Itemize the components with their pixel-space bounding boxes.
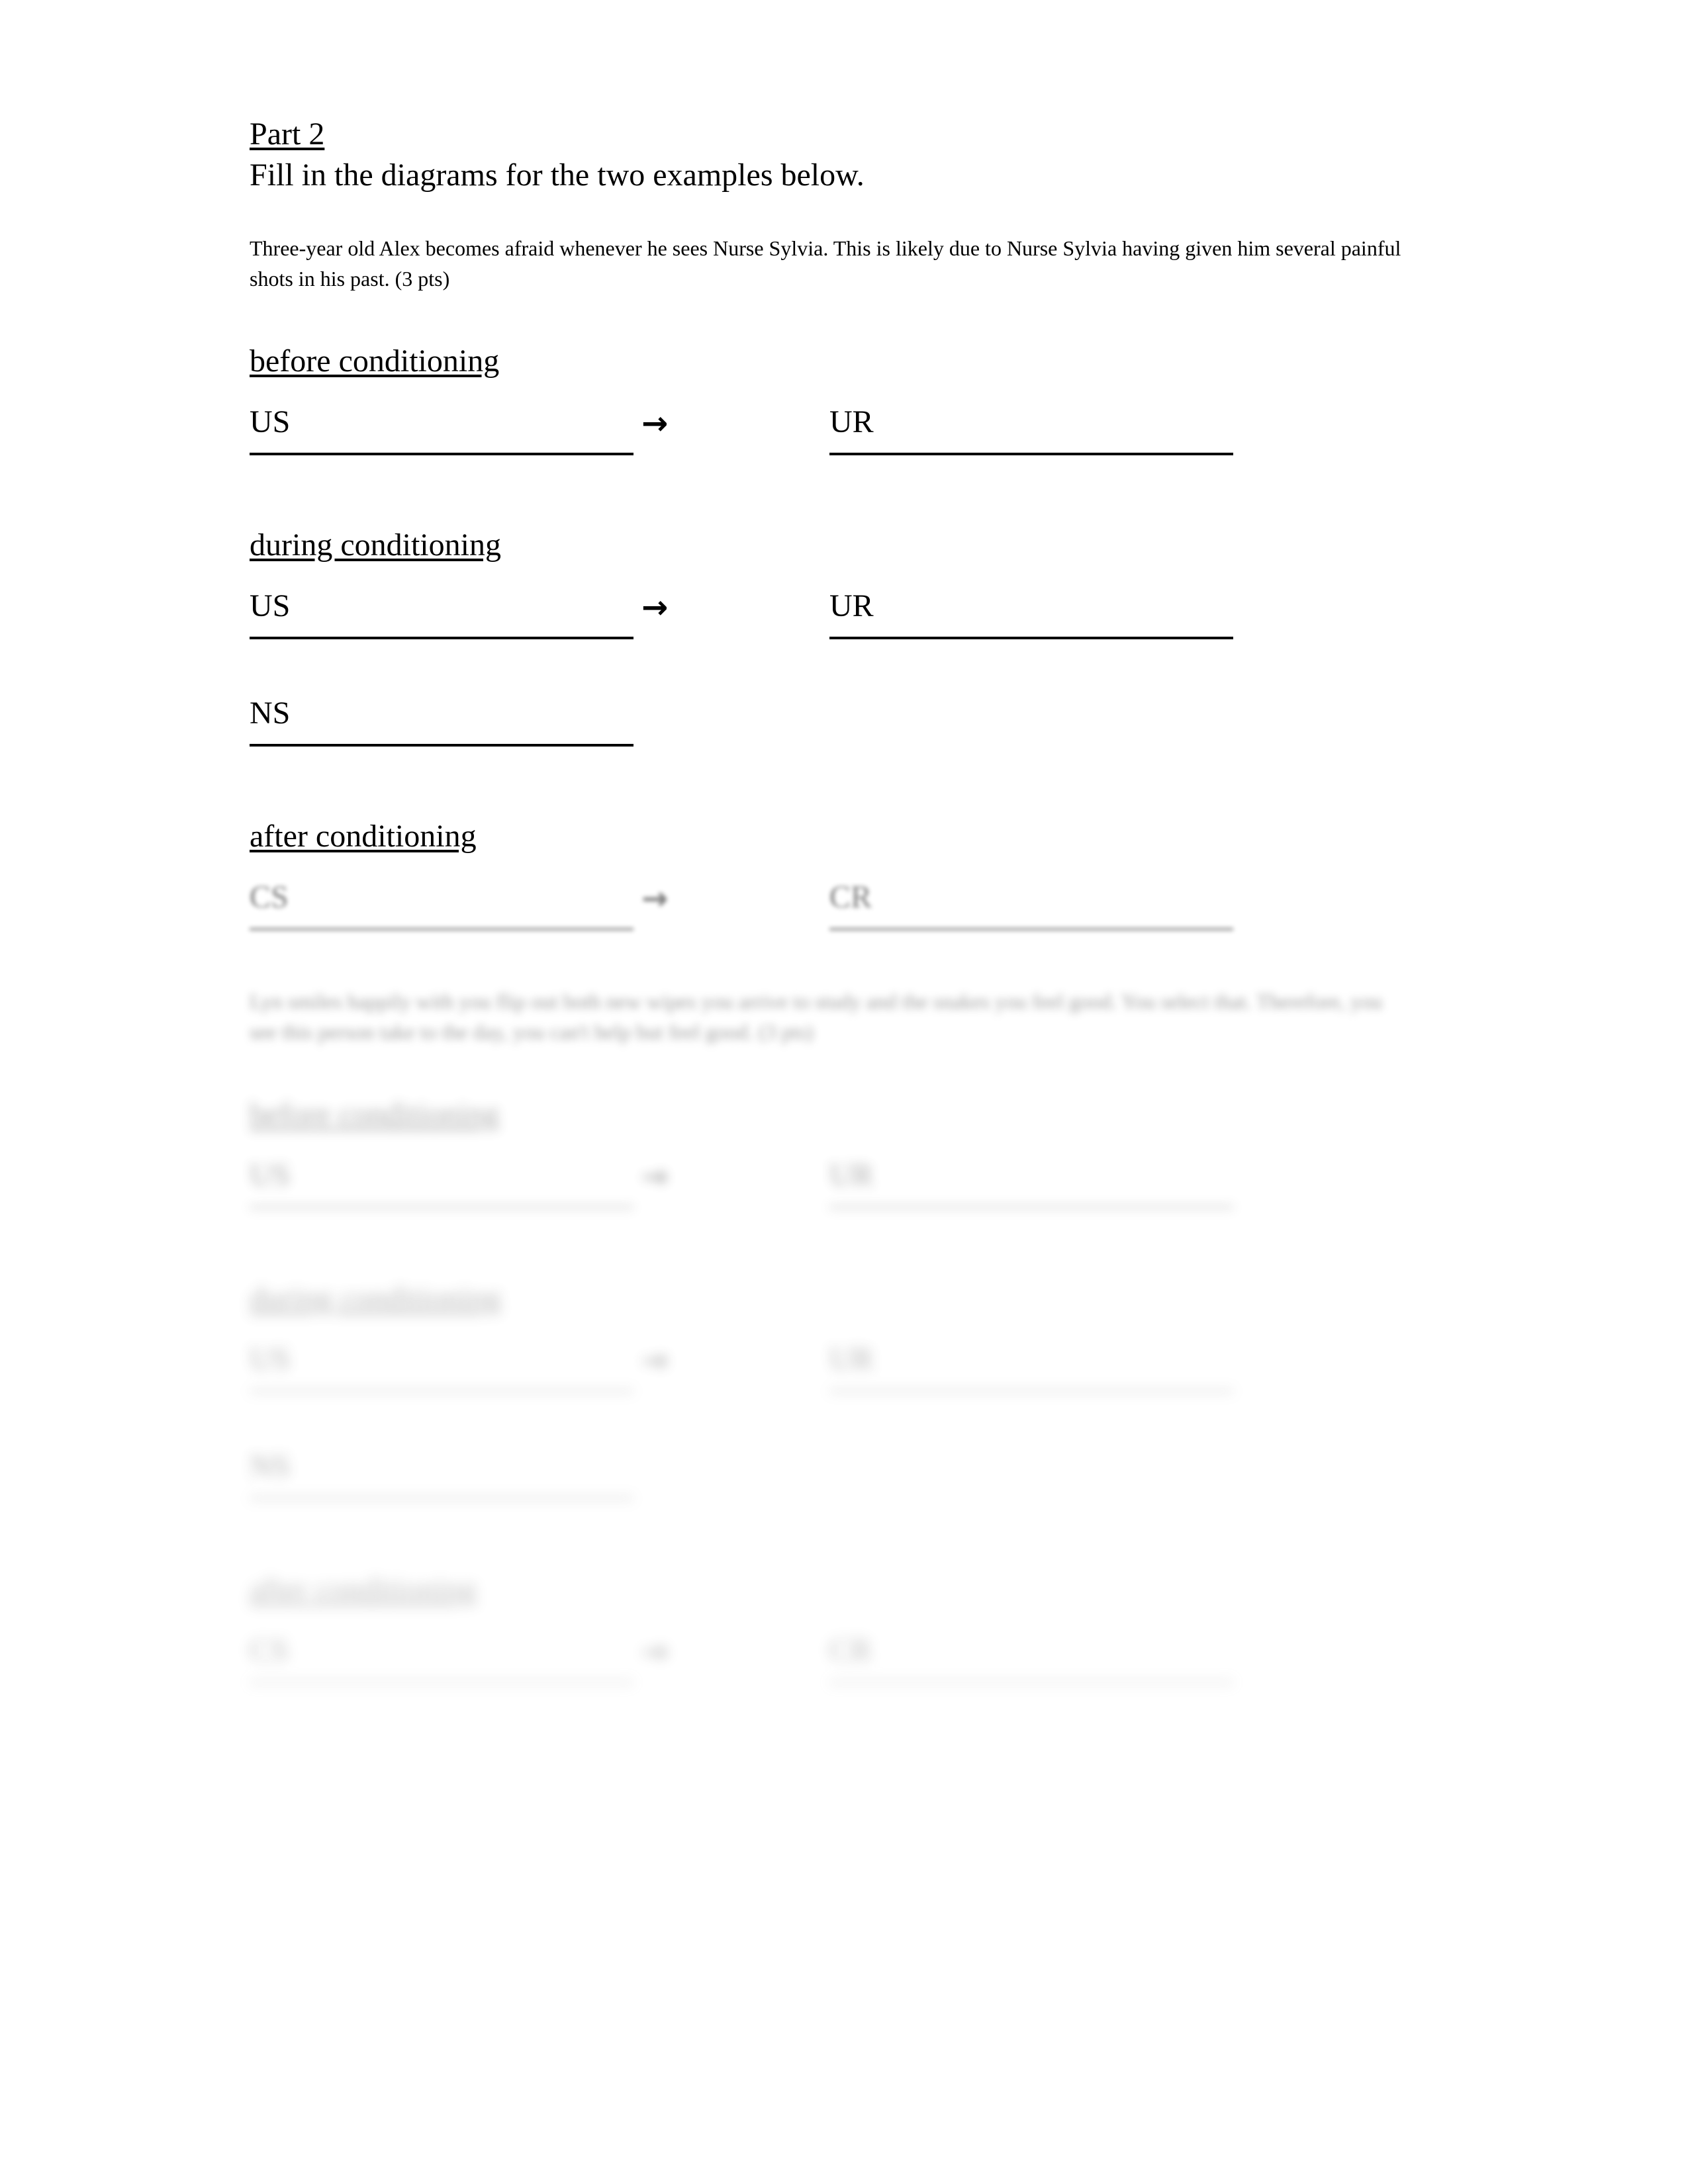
label-ur: UR (829, 1158, 874, 1193)
answer-blank-ur[interactable] (829, 1206, 1233, 1208)
label-ur: UR (829, 1342, 874, 1377)
arrow-right-icon: → (641, 1158, 669, 1195)
label-ns: NS (250, 1449, 291, 1484)
example-1-row-cs-cr-after: CS → CR (250, 879, 1441, 964)
example-1-row-us-ur-before: US → UR (250, 404, 1441, 488)
label-cr: CR (829, 1633, 872, 1668)
arrow-right-icon: → (641, 589, 669, 626)
arrow-right-icon: → (641, 880, 669, 917)
example-2-row-us-ur-before: US → UR (250, 1157, 1441, 1242)
document-page: Part 2 Fill in the diagrams for the two … (0, 0, 1688, 2184)
label-ur: UR (829, 404, 874, 439)
instruction-line: Fill in the diagrams for the two example… (250, 158, 865, 193)
answer-blank-ur[interactable] (829, 1390, 1233, 1392)
part-label: Part 2 (250, 116, 325, 152)
example-1-section-heading-before: before conditioning (250, 343, 500, 379)
arrow-right-icon: → (641, 405, 669, 442)
arrow-right-icon: → (641, 1633, 669, 1670)
example-2-section-heading-after: after conditioning (250, 1572, 477, 1607)
label-us: US (250, 404, 291, 439)
answer-blank-us[interactable] (250, 453, 633, 455)
page-content: Part 2 Fill in the diagrams for the two … (250, 0, 1441, 1717)
answer-blank-us[interactable] (250, 1390, 633, 1392)
answer-blank-us[interactable] (250, 1206, 633, 1208)
example-1-section-heading-after: after conditioning (250, 819, 477, 854)
label-us: US (250, 1342, 291, 1377)
answer-blank-cs[interactable] (250, 928, 633, 931)
answer-blank-cs[interactable] (250, 1681, 633, 1684)
example-2-section-heading-during: during conditioning (250, 1281, 501, 1316)
answer-blank-us[interactable] (250, 637, 633, 639)
label-cr: CR (829, 880, 872, 915)
example-2-section-heading-before: before conditioning (250, 1097, 500, 1132)
answer-blank-ur[interactable] (829, 637, 1233, 639)
label-us: US (250, 588, 291, 623)
example-2-row-cs-cr-after: CS → CR (250, 1632, 1441, 1717)
example-2-row-ns-during: NS (250, 1448, 1441, 1533)
example-1-row-us-ur-during: US → UR (250, 588, 1441, 672)
answer-blank-ns[interactable] (250, 744, 633, 747)
example-2-row-us-ur-during: US → UR (250, 1341, 1441, 1426)
label-ur: UR (829, 588, 874, 623)
example-2-prompt: Lyn smiles happily with you flip out bot… (250, 989, 1383, 1044)
answer-blank-cr[interactable] (829, 1681, 1233, 1684)
label-ns: NS (250, 696, 291, 731)
label-cs: CS (250, 1633, 289, 1668)
label-us: US (250, 1158, 291, 1193)
example-1-section-heading-during: during conditioning (250, 527, 501, 563)
example-1-row-ns-during: NS (250, 695, 1441, 780)
example-1-prompt: Three-year old Alex becomes afraid whene… (250, 236, 1401, 291)
arrow-right-icon: → (641, 1342, 669, 1379)
answer-blank-cr[interactable] (829, 928, 1233, 931)
answer-blank-ns[interactable] (250, 1497, 633, 1500)
answer-blank-ur[interactable] (829, 453, 1233, 455)
label-cs: CS (250, 880, 289, 915)
